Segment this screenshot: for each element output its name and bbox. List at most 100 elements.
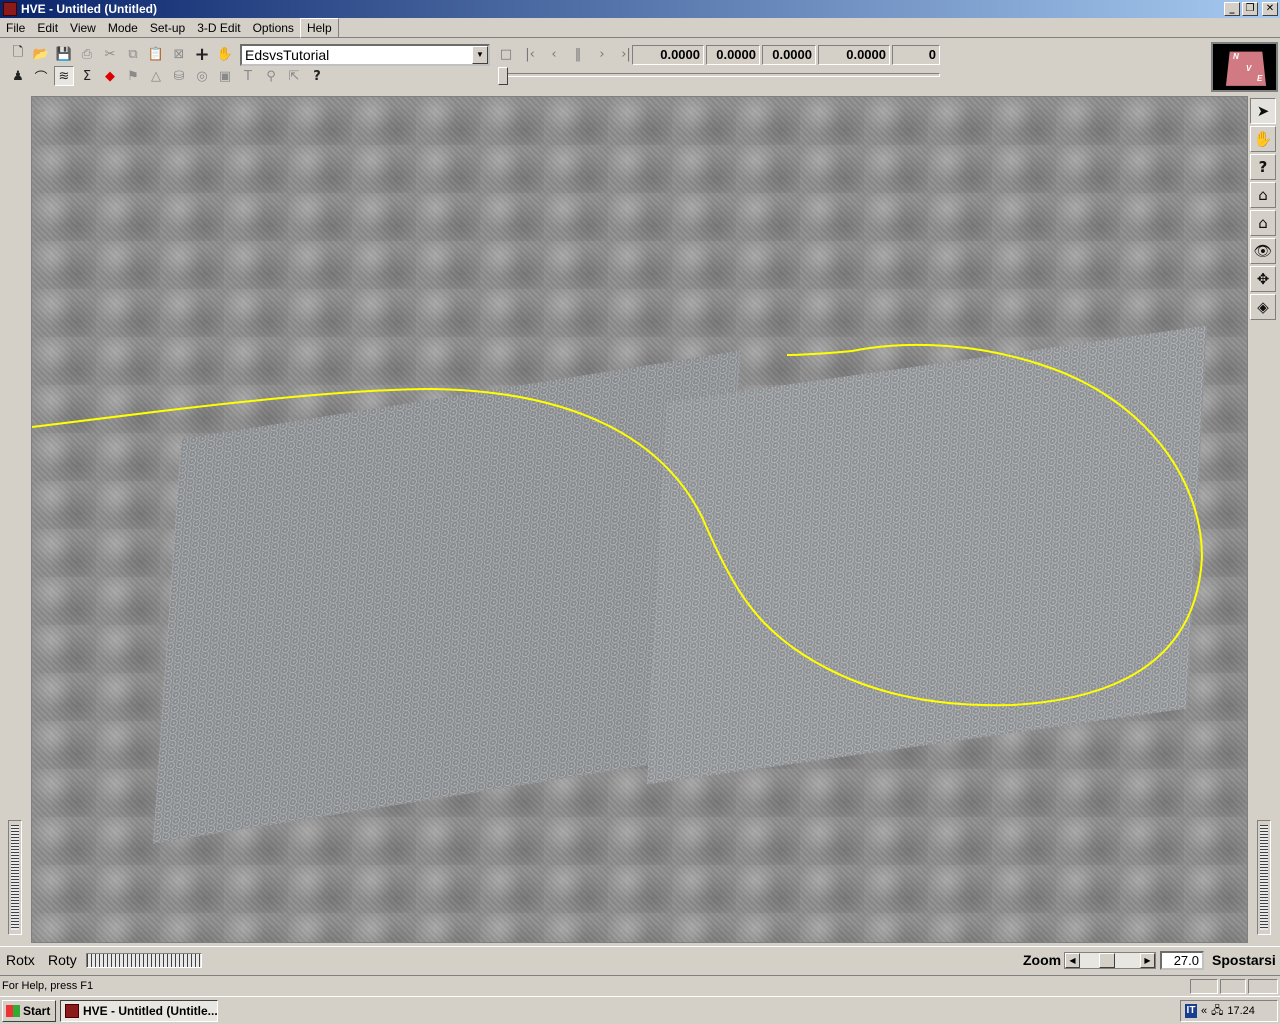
zoom-label: Zoom [1023,952,1062,968]
first-icon[interactable]: |‹ [520,45,540,63]
roty-slider[interactable] [86,953,202,968]
language-indicator[interactable]: IT [1185,1004,1197,1018]
view-icon[interactable]: 👁 [1250,238,1276,264]
logo-letter-n: N [1233,52,1239,61]
left-panel [0,96,31,943]
prev-icon[interactable]: ‹ [544,45,564,63]
road-path[interactable] [32,97,1248,943]
windows-logo-icon [6,1005,20,1017]
playback-controls: □ |‹ ‹ ‖ › ›| [496,45,636,63]
readout-3: 0.0000 [762,45,816,65]
text-icon[interactable]: T [238,66,258,86]
help-icon[interactable]: ? [307,66,327,86]
menu-file[interactable]: File [0,19,31,37]
status-bar: For Help, press F1 [0,975,1280,995]
target-icon[interactable]: ◎ [192,66,212,86]
toolbar: 🗋 📂 💾 ⎙ ✂ ⧉ 📋 ⊠ + ✋ ♟ ⌒ ≋ Σ ◆ ⚑ △ ⛁ ◎ ▣ … [0,40,1210,94]
roty-label: Roty [48,952,77,968]
menu-bar: File Edit View Mode Set-up 3-D Edit Opti… [0,17,1280,38]
zoom-scrollbar[interactable]: ◀ ▶ [1064,952,1156,969]
3d-viewport[interactable] [31,96,1248,943]
menu-help[interactable]: Help [299,17,339,38]
cut-icon[interactable]: ✂ [100,44,120,64]
scroll-left-icon[interactable]: ◀ [1065,953,1080,968]
taskbar: Start HVE - Untitled (Untitle... IT « 🖧 … [0,996,1280,1024]
cube-icon[interactable]: ▣ [215,66,235,86]
scene-select[interactable]: EdsvsTutorial ▼ [240,44,490,66]
time-slider-track[interactable] [500,73,940,77]
navigation-bar: Rotx Roty Zoom ◀ ▶ 27.0 Spostarsi [0,946,1280,972]
pause-icon[interactable]: ‖ [568,45,588,63]
menu-3d-edit[interactable]: 3-D Edit [191,19,246,37]
person-icon[interactable]: ♟ [8,66,28,86]
pin-icon[interactable]: ⚲ [261,66,281,86]
menu-mode[interactable]: Mode [102,19,144,37]
start-button[interactable]: Start [2,1000,56,1022]
hand-icon[interactable]: ✋ [215,44,235,64]
orbit-icon[interactable]: ⌒ [31,66,51,86]
hve-logo: N V E [1211,42,1278,92]
clock[interactable]: 17.24 [1227,1005,1255,1017]
window-title: HVE - Untitled (Untitled) [21,2,157,16]
new-icon[interactable]: 🗋 [8,44,28,64]
app-icon[interactable] [3,2,17,16]
stop-icon[interactable]: □ [496,45,516,63]
readout-2: 0.0000 [706,45,760,65]
status-text: For Help, press F1 [2,979,94,992]
move-icon[interactable]: ◆ [100,66,120,86]
zoom-vertical-slider[interactable] [1257,820,1271,935]
home-icon[interactable]: ⌂ [1250,182,1276,208]
road-path-line [32,343,1204,707]
restore-button[interactable]: ❐ [1242,2,1258,16]
sigma-icon[interactable]: Σ [77,66,97,86]
hand-icon[interactable]: ✋ [1250,126,1276,152]
cursor-icon[interactable]: ⇱ [284,66,304,86]
readout-5: 0 [892,45,940,65]
menu-options[interactable]: Options [247,19,300,37]
chevron-down-icon[interactable]: ▼ [472,46,488,64]
rotx-vertical-slider[interactable] [8,820,22,935]
spostarsi-label: Spostarsi [1212,952,1276,968]
taskbar-item-label: HVE - Untitled (Untitle... [83,1004,218,1018]
logo-letter-v: V [1246,64,1252,73]
help-icon[interactable]: ? [1250,154,1276,180]
zoom-value-field[interactable]: 27.0 [1160,951,1204,970]
database-icon[interactable]: ⛁ [169,66,189,86]
menu-view[interactable]: View [64,19,102,37]
warning-icon[interactable]: △ [146,66,166,86]
next-icon[interactable]: › [592,45,612,63]
zoom-scroll-thumb[interactable] [1099,953,1115,968]
coordinate-readouts: 0.0000 0.0000 0.0000 0.0000 0 [632,45,940,65]
scroll-right-icon[interactable]: ▶ [1140,953,1155,968]
add-icon[interactable]: + [192,44,212,65]
save-icon[interactable]: 💾 [54,44,74,64]
status-pane-3 [1248,979,1278,994]
system-tray: IT « 🖧 17.24 [1180,1000,1278,1022]
time-slider-thumb[interactable] [498,67,508,85]
close-button[interactable]: ✕ [1262,2,1278,16]
readout-1: 0.0000 [632,45,704,65]
menu-setup[interactable]: Set-up [144,19,191,37]
scale-icon[interactable]: ⊠ [169,44,189,64]
tray-expand-icon[interactable]: « [1201,1005,1207,1017]
paste-icon[interactable]: 📋 [146,44,166,64]
hve-app-icon [65,1004,79,1018]
move-icon[interactable]: ✥ [1250,266,1276,292]
cube-icon[interactable]: ◈ [1250,294,1276,320]
menu-edit[interactable]: Edit [31,19,64,37]
start-label: Start [23,1004,51,1018]
pointer-icon[interactable]: ➤ [1250,98,1276,124]
open-icon[interactable]: 📂 [31,44,51,64]
flag-icon[interactable]: ⚑ [123,66,143,86]
print-icon[interactable]: ⎙ [77,44,97,64]
minimize-button[interactable]: _ [1224,2,1240,16]
readout-4: 0.0000 [818,45,890,65]
logo-letter-e: E [1257,74,1263,83]
terrain-icon[interactable]: ≋ [54,66,74,86]
home-set-icon[interactable]: ⌂ [1250,210,1276,236]
status-pane-1 [1190,979,1218,994]
copy-icon[interactable]: ⧉ [123,44,143,64]
network-icon[interactable]: 🖧 [1211,1002,1223,1021]
taskbar-item-hve[interactable]: HVE - Untitled (Untitle... [60,1000,218,1022]
status-pane-2 [1220,979,1246,994]
